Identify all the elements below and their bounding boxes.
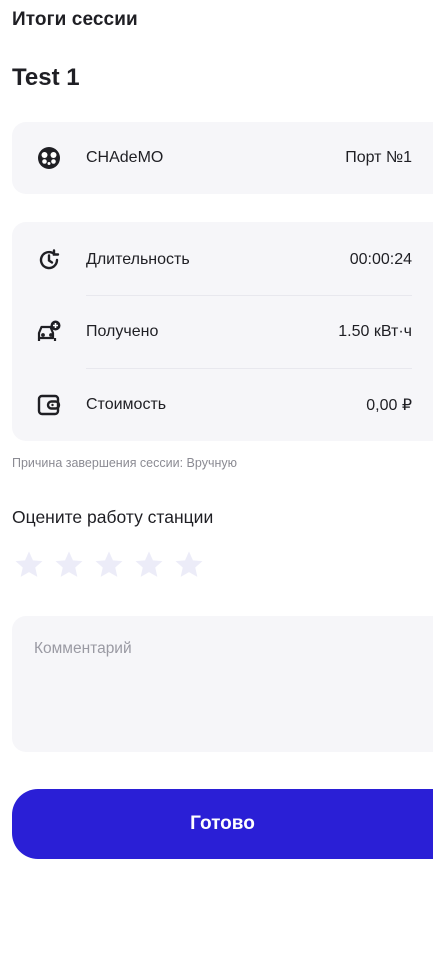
connector-row: CHAdeMO Порт №1 (12, 122, 433, 194)
stat-row-received: Получено 1.50 кВт·ч (12, 296, 433, 368)
stat-label: Получено (86, 323, 159, 340)
car-charge-icon (36, 319, 62, 345)
chademo-connector-icon (36, 145, 62, 171)
star-icon[interactable] (12, 548, 46, 582)
connector-card: CHAdeMO Порт №1 (12, 122, 433, 194)
page-title: Итоги сессии (12, 9, 138, 30)
wallet-icon (36, 392, 62, 418)
comment-placeholder: Комментарий (34, 640, 132, 657)
session-name: Test 1 (12, 64, 80, 91)
stat-value: 1.50 кВт·ч (338, 323, 412, 340)
stat-row-duration: Длительность 00:00:24 (12, 224, 433, 296)
stat-label: Стоимость (86, 396, 167, 413)
comment-field[interactable] (12, 616, 433, 752)
clock-refresh-icon (36, 247, 62, 273)
star-icon[interactable] (132, 548, 166, 582)
stat-value: 0,00 ₽ (366, 397, 412, 414)
star-icon[interactable] (92, 548, 126, 582)
rating-stars (12, 548, 206, 582)
session-stats-card: Длительность 00:00:24 Получено 1.50 кВт·… (12, 222, 433, 441)
connector-name: CHAdeMO (86, 149, 164, 166)
stat-label: Длительность (86, 251, 190, 268)
stat-row-cost: Стоимость 0,00 ₽ (12, 369, 433, 441)
done-button[interactable]: Готово (12, 789, 433, 859)
star-icon[interactable] (52, 548, 86, 582)
stat-value: 00:00:24 (349, 251, 412, 268)
connector-port: Порт №1 (345, 149, 412, 166)
session-end-reason: Причина завершения сессии: Вручную (12, 456, 237, 470)
rating-title: Оцените работу станции (12, 507, 214, 527)
star-icon[interactable] (172, 548, 206, 582)
